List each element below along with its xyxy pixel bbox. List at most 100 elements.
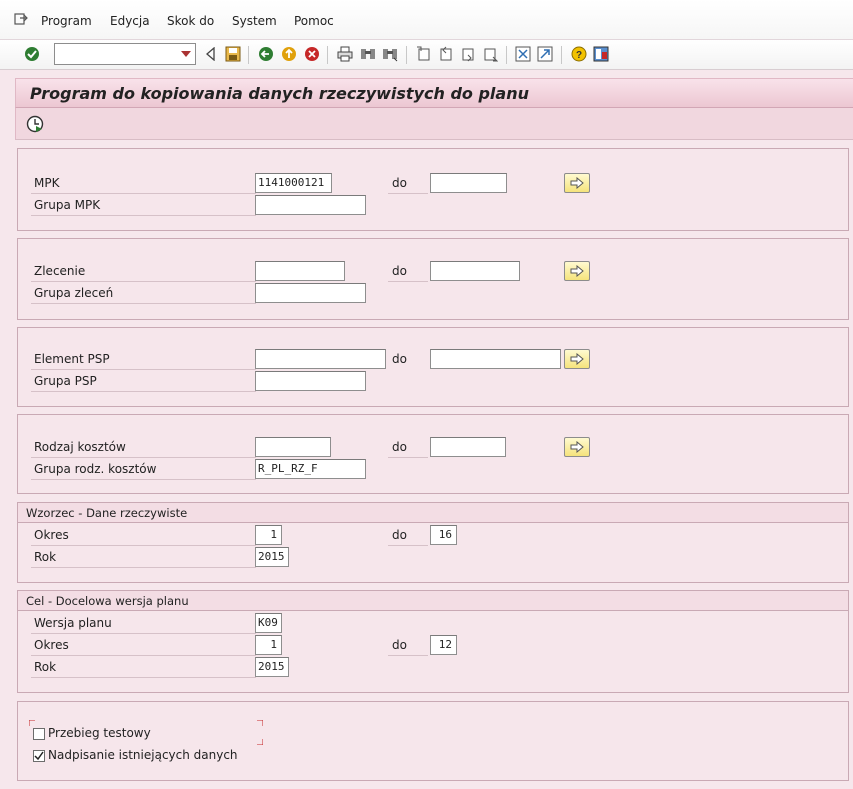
divider (31, 655, 256, 656)
checkmark-icon (34, 751, 44, 761)
mpk-label: MPK (34, 176, 60, 190)
last-page-icon[interactable] (481, 45, 499, 63)
test-run-checkbox[interactable] (33, 728, 45, 740)
application-toolbar (15, 108, 853, 140)
zlecenie-group-input[interactable] (255, 283, 366, 303)
mpk-from-input[interactable]: 1141000121 (255, 173, 332, 193)
to-label: do (392, 176, 407, 190)
divider (31, 677, 256, 678)
overwrite-label: Nadpisanie istniejących danych (48, 748, 238, 762)
separator (561, 46, 562, 64)
arrow-right-icon (570, 353, 584, 365)
menu-icon[interactable] (14, 12, 28, 26)
divider (31, 281, 256, 282)
okres-to-input[interactable]: 12 (430, 635, 457, 655)
arrow-right-icon (570, 265, 584, 277)
wzorzec-frame-title: Wzorzec - Dane rzeczywiste (18, 503, 848, 523)
rodzaj-kosztow-group-input[interactable]: R_PL_RZ_F (255, 459, 366, 479)
execute-icon[interactable] (26, 115, 44, 136)
focus-bracket-icon (29, 720, 35, 726)
zlecenie-label: Zlecenie (34, 264, 86, 278)
rok-label: Rok (34, 660, 57, 674)
menu-system[interactable]: System (232, 14, 277, 28)
arrow-right-icon (570, 441, 584, 453)
psp-from-input[interactable] (255, 349, 386, 369)
rodzaj-kosztow-label: Rodzaj kosztów (34, 440, 126, 454)
system-toolbar: ? (0, 40, 853, 70)
focus-bracket-icon (257, 739, 263, 745)
divider (388, 545, 428, 546)
zlecenie-from-input[interactable] (255, 261, 345, 281)
divider (31, 369, 256, 370)
test-run-label: Przebieg testowy (48, 726, 151, 740)
divider (388, 655, 428, 656)
psp-label: Element PSP (34, 352, 110, 366)
divider (31, 215, 256, 216)
divider (31, 457, 256, 458)
wersja-planu-label: Wersja planu (34, 616, 112, 630)
zlecenie-to-input[interactable] (430, 261, 520, 281)
divider (388, 193, 428, 194)
next-page-icon[interactable] (459, 45, 477, 63)
help-icon[interactable]: ? (570, 45, 588, 63)
mpk-group-label: Grupa MPK (34, 198, 101, 212)
find-next-icon[interactable] (381, 45, 399, 63)
multiple-selection-button[interactable] (564, 349, 590, 369)
command-field[interactable] (54, 43, 196, 65)
back-arrow-icon[interactable] (202, 45, 220, 63)
mpk-block: MPK 1141000121 do Grupa MPK (17, 148, 849, 231)
save-icon[interactable] (224, 45, 242, 63)
arrow-right-icon (570, 177, 584, 189)
psp-block: Element PSP do Grupa PSP (17, 327, 849, 407)
exit-icon[interactable] (280, 45, 298, 63)
enter-icon[interactable] (23, 45, 41, 63)
rok-input[interactable]: 2015 (255, 547, 289, 567)
layout-icon[interactable] (592, 45, 610, 63)
rok-input[interactable]: 2015 (255, 657, 289, 677)
shortcut-icon[interactable] (536, 45, 554, 63)
divider (388, 457, 428, 458)
menu-program[interactable]: Program (41, 14, 92, 28)
wzorzec-frame: Wzorzec - Dane rzeczywiste Okres 1 do 16… (17, 502, 849, 583)
rodzaj-kosztow-from-input[interactable] (255, 437, 331, 457)
prev-page-icon[interactable] (437, 45, 455, 63)
divider (31, 633, 256, 634)
menu-edycja[interactable]: Edycja (110, 14, 150, 28)
psp-to-input[interactable] (430, 349, 561, 369)
cel-frame: Cel - Docelowa wersja planu Wersja planu… (17, 590, 849, 693)
overwrite-checkbox[interactable] (33, 750, 45, 762)
multiple-selection-button[interactable] (564, 437, 590, 457)
menu-bar: Program Edycja Skok do System Pomoc (0, 0, 853, 40)
psp-group-label: Grupa PSP (34, 374, 97, 388)
divider (31, 567, 256, 568)
rodzaj-kosztow-to-input[interactable] (430, 437, 506, 457)
new-session-icon[interactable] (514, 45, 532, 63)
wersja-planu-input[interactable]: K09 (255, 613, 282, 633)
find-icon[interactable] (359, 45, 377, 63)
divider (388, 281, 428, 282)
print-icon[interactable] (336, 45, 354, 63)
psp-group-input[interactable] (255, 371, 366, 391)
menu-pomoc[interactable]: Pomoc (294, 14, 334, 28)
zlecenie-group-label: Grupa zleceń (34, 286, 114, 300)
menu-skok-do[interactable]: Skok do (167, 14, 214, 28)
okres-from-input[interactable]: 1 (255, 525, 282, 545)
back-icon[interactable] (257, 45, 275, 63)
cancel-icon[interactable] (303, 45, 321, 63)
okres-to-input[interactable]: 16 (430, 525, 457, 545)
title-bar: Program do kopiowania danych rzeczywisty… (15, 78, 853, 108)
first-page-icon[interactable] (415, 45, 433, 63)
multiple-selection-button[interactable] (564, 173, 590, 193)
mpk-group-input[interactable] (255, 195, 366, 215)
svg-text:?: ? (576, 50, 582, 61)
zlecenie-block: Zlecenie do Grupa zleceń (17, 238, 849, 320)
options-frame: Przebieg testowy Nadpisanie istniejących… (17, 701, 849, 781)
divider (31, 303, 256, 304)
rodzaj-kosztow-group-label: Grupa rodz. kosztów (34, 462, 157, 476)
okres-label: Okres (34, 528, 69, 542)
mpk-to-input[interactable] (430, 173, 507, 193)
cel-frame-title: Cel - Docelowa wersja planu (18, 591, 848, 611)
chevron-down-icon[interactable] (181, 51, 191, 57)
multiple-selection-button[interactable] (564, 261, 590, 281)
okres-from-input[interactable]: 1 (255, 635, 282, 655)
